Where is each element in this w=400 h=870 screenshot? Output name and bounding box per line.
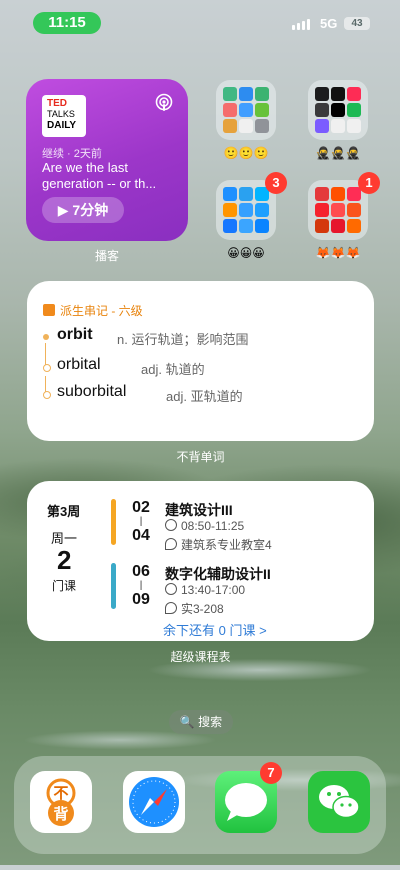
remaining-courses-link[interactable]: 余下还有 0 门课 > bbox=[163, 620, 267, 639]
course-color-bar bbox=[111, 563, 116, 609]
vocab-bullet bbox=[43, 391, 51, 399]
course-time: 08:50-11:25 bbox=[165, 519, 244, 533]
vocab-widget-label: 不背单词 bbox=[176, 450, 225, 464]
vocab-definition: n. 运行轨道；影响范围 bbox=[117, 332, 249, 347]
vocabulary-widget[interactable]: 派生串记 - 六级 orbit n. 运行轨道；影响范围 orbital adj… bbox=[27, 281, 374, 441]
podcast-widget[interactable]: TED TALKS DAILY 继续 · 2天前 Are we the last… bbox=[26, 79, 188, 241]
vocab-bullet bbox=[43, 364, 51, 372]
vocab-word: orbital bbox=[57, 356, 101, 373]
clock-icon bbox=[165, 519, 177, 531]
course-period: 02 | 04 bbox=[132, 499, 150, 544]
app-folder-3-label: 😀😀😀 bbox=[227, 246, 265, 260]
app-folder-4-label: 🦊🦊🦊 bbox=[315, 246, 361, 260]
dock: 不 背 7 bbox=[14, 756, 386, 854]
course-time: 13:40-17:00 bbox=[165, 583, 245, 597]
course-location: 实3-208 bbox=[165, 600, 224, 617]
schedule-course-unit: 门课 bbox=[52, 579, 77, 593]
ted-talks-daily-logo: TED TALKS DAILY bbox=[42, 95, 86, 137]
vocab-bullet bbox=[43, 334, 49, 340]
vocab-definition: adj. 亚轨道的 bbox=[166, 389, 243, 404]
clock-icon bbox=[165, 583, 177, 595]
podcast-icon bbox=[155, 93, 173, 111]
vocab-word: orbit bbox=[57, 326, 93, 343]
podcast-episode-title: Are we the last generation -- or th... bbox=[42, 160, 157, 191]
wechat-app-icon[interactable] bbox=[308, 771, 370, 833]
svg-text:不: 不 bbox=[53, 785, 68, 802]
home-search-button[interactable]: 🔍 搜索 bbox=[169, 710, 233, 734]
app-folder-1[interactable] bbox=[216, 80, 276, 140]
status-bar: 11:15 5G 43 bbox=[0, 10, 400, 36]
course-name[interactable]: 建筑设计III bbox=[165, 500, 233, 520]
schedule-course-count: 2 bbox=[57, 545, 72, 575]
app-folder-2[interactable] bbox=[308, 80, 368, 140]
battery-icon: 43 bbox=[344, 17, 370, 30]
podcast-play-button[interactable]: ▶ 7分钟 bbox=[42, 197, 124, 223]
app-folder-1-label: 🙂🙂🙂 bbox=[223, 146, 269, 160]
location-pin-icon bbox=[165, 602, 177, 614]
cellular-signal-icon bbox=[292, 18, 314, 30]
course-period: 06 | 09 bbox=[132, 563, 150, 608]
location-pin-icon bbox=[165, 538, 177, 550]
vocab-word: suborbital bbox=[57, 383, 127, 400]
vocab-connector-line bbox=[45, 343, 46, 365]
course-location: 建筑系专业教室4 bbox=[165, 536, 272, 553]
course-name[interactable]: 数字化辅助设计II bbox=[165, 564, 271, 584]
course-color-bar bbox=[111, 499, 116, 545]
bubei-logo-icon bbox=[43, 304, 55, 316]
vocab-definition: adj. 轨道的 bbox=[141, 362, 205, 377]
network-type: 5G bbox=[320, 16, 338, 31]
messages-badge: 7 bbox=[260, 762, 282, 784]
bubei-app-icon[interactable]: 不 背 bbox=[30, 771, 92, 833]
app-folder-2-label: 🥷🥷🥷 bbox=[315, 146, 361, 160]
svg-text:背: 背 bbox=[53, 805, 68, 823]
schedule-week: 第3周 bbox=[47, 504, 81, 519]
podcast-subtitle: 继续 · 2天前 bbox=[42, 148, 102, 160]
safari-app-icon[interactable] bbox=[123, 771, 185, 833]
app-folder-4-badge: 1 bbox=[358, 172, 380, 194]
status-time[interactable]: 11:15 bbox=[33, 12, 101, 34]
podcast-widget-label: 播客 bbox=[94, 249, 119, 263]
course-schedule-widget[interactable]: 第3周 周一 2 门课 02 | 04 建筑设计III 08:50-11:25 建筑… bbox=[27, 481, 374, 641]
vocab-widget-header: 派生串记 - 六级 bbox=[43, 302, 143, 319]
schedule-widget-label: 超级课程表 bbox=[170, 650, 231, 664]
app-folder-3-badge: 3 bbox=[265, 172, 287, 194]
